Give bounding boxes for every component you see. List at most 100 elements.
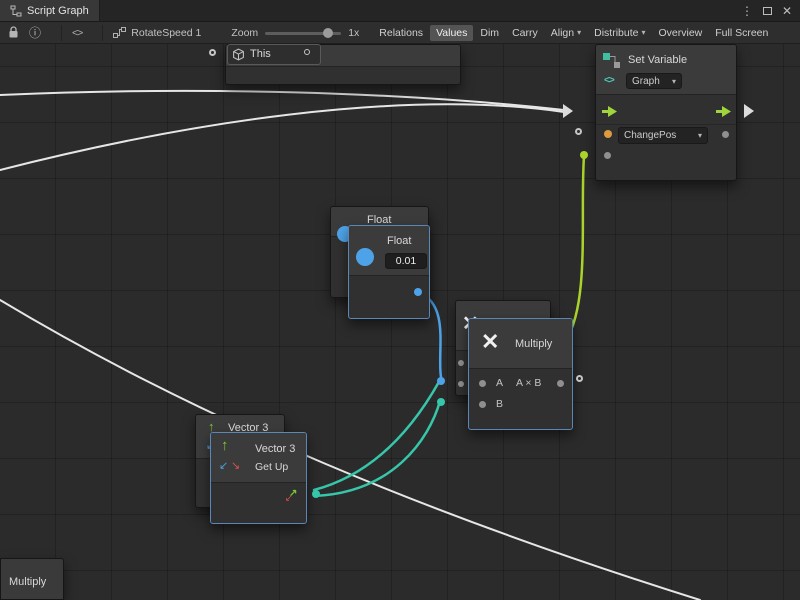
variable-name-port[interactable] <box>604 130 612 138</box>
wire-flow-upper[interactable] <box>0 91 564 110</box>
info-icon[interactable]: ⓘ <box>29 24 41 41</box>
multiply-output-label: A × B <box>516 377 541 389</box>
lime-wire-endpoint[interactable] <box>580 151 588 159</box>
overview-button[interactable]: Overview <box>652 25 708 41</box>
variable-scope-dropdown[interactable]: Graph ▾ <box>626 73 682 89</box>
tab-script-graph[interactable]: Script Graph <box>0 0 100 21</box>
wire-flow-left[interactable] <box>0 104 564 170</box>
relations-label: Relations <box>379 27 423 39</box>
tab-title: Script Graph <box>27 5 89 17</box>
variable-name-dropdown[interactable]: ChangePos ▾ <box>618 127 708 144</box>
zoom-value: 1x <box>348 27 359 39</box>
script-graph-icon <box>10 5 22 17</box>
relations-button[interactable]: Relations <box>373 25 429 41</box>
chevron-down-icon: ▾ <box>641 28 645 37</box>
corner-multiply-title: Multiply <box>9 576 46 588</box>
window-controls: ⋮ ✕ <box>740 0 800 21</box>
wire-getup-to-multiply-b[interactable] <box>314 401 440 496</box>
set-variable-title: Set Variable <box>628 54 687 66</box>
align-label: Align <box>551 27 574 39</box>
dim-button[interactable]: Dim <box>474 25 505 41</box>
arrow-downright-icon: ↘ <box>231 459 240 472</box>
this-node-title: This <box>250 48 271 60</box>
float-output-port[interactable] <box>414 288 422 296</box>
multiply-input-a-port[interactable] <box>479 380 486 387</box>
float-input-port[interactable] <box>356 248 374 266</box>
graph-breadcrumb[interactable]: RotateSpeed 1 <box>113 27 201 39</box>
multiply-back-port-b[interactable] <box>458 381 464 387</box>
variable-name-value: ChangePos <box>624 130 676 141</box>
variable-output-port[interactable] <box>722 131 729 138</box>
graph-canvas[interactable]: This Set Variable <> Graph ▾ <box>0 44 800 600</box>
set-variable-node[interactable]: Set Variable <> Graph ▾ ChangePos ▾ <box>595 44 737 181</box>
this-left-port-circle[interactable] <box>209 49 216 56</box>
unity-visual-scripting-window: Script Graph ⋮ ✕ ⓘ <> RotateSpeed 1 Z <box>0 0 800 600</box>
float-window-icon[interactable] <box>760 4 774 18</box>
carry-button[interactable]: Carry <box>506 25 544 41</box>
arrow-up-icon: ↑ <box>221 437 229 454</box>
multiply-input-b-label: B <box>496 398 503 410</box>
chevron-down-icon: ▾ <box>698 131 702 140</box>
wire-flow-diagonal[interactable] <box>0 300 700 600</box>
values-label: Values <box>436 27 467 39</box>
chevron-down-icon: ▾ <box>672 77 676 86</box>
getup-output-port[interactable] <box>312 490 320 498</box>
float-value-field[interactable]: 0.01 <box>385 253 427 269</box>
arrow-downleft-small-icon: ↙ <box>285 493 293 504</box>
blue-wire-endpoint[interactable] <box>437 377 445 385</box>
distribute-button[interactable]: Distribute▾ <box>588 25 651 41</box>
zoom-label: Zoom <box>231 27 258 39</box>
distribute-label: Distribute <box>594 27 638 39</box>
setvariable-left-port-circle[interactable] <box>575 128 582 135</box>
row-divider <box>596 124 736 125</box>
vector3-title: Vector 3 <box>255 443 295 455</box>
chevron-down-icon: ▾ <box>577 28 581 37</box>
kebab-menu-icon[interactable]: ⋮ <box>740 4 754 18</box>
flow-wire-proxy-right[interactable] <box>744 104 754 118</box>
this-output-port[interactable] <box>304 49 310 55</box>
corner-multiply-node[interactable]: Multiply <box>0 558 64 600</box>
window-tab-bar: Script Graph ⋮ ✕ <box>0 0 800 22</box>
float-window-glyph <box>763 7 772 15</box>
wire-multiply-to-setvariable[interactable] <box>566 156 584 340</box>
arrow-downleft-icon: ↙ <box>219 459 228 472</box>
float-title: Float <box>387 235 411 247</box>
zoom-slider[interactable] <box>265 28 341 38</box>
fullscreen-label: Full Screen <box>715 27 768 39</box>
multiply-input-a-label: A <box>496 377 503 389</box>
multiply-back-port-a[interactable] <box>458 360 464 366</box>
multiply-input-b-port[interactable] <box>479 401 486 408</box>
carry-label: Carry <box>512 27 538 39</box>
dim-label: Dim <box>480 27 499 39</box>
lock-icon[interactable] <box>8 26 19 39</box>
float-node[interactable]: Float 0.01 <box>348 225 430 319</box>
multiply-right-port-circle[interactable] <box>576 375 583 382</box>
zoom-control: Zoom 1x <box>231 27 359 39</box>
graph-name: RotateSpeed 1 <box>131 27 201 39</box>
values-button[interactable]: Values <box>430 25 473 41</box>
multiply-node[interactable]: ✕ Multiply A A × B B <box>468 318 573 430</box>
cube-icon <box>232 48 245 61</box>
teal-wire-endpoint[interactable] <box>437 398 445 406</box>
zoom-slider-knob[interactable] <box>323 28 333 38</box>
wire-getup-to-multiply-a[interactable] <box>314 380 440 490</box>
multiply-icon: ✕ <box>481 329 499 355</box>
toolbar-separator <box>61 25 62 41</box>
flow-input-port[interactable] <box>602 106 617 117</box>
flow-output-port[interactable] <box>716 106 731 117</box>
align-button[interactable]: Align▾ <box>545 25 587 41</box>
set-variable-header: Set Variable <> Graph ▾ <box>596 45 736 95</box>
variable-scope-icon: <> <box>604 75 614 86</box>
fullscreen-button[interactable]: Full Screen <box>709 25 774 41</box>
code-view-icon[interactable]: <> <box>72 27 82 39</box>
flow-wire-proxy-left[interactable] <box>563 104 573 118</box>
float-value: 0.01 <box>396 255 416 267</box>
multiply-title: Multiply <box>515 338 552 350</box>
vector3-getup-node[interactable]: ↑ Vector 3 ↙ ↘ Get Up ↗ ↙ <box>210 432 307 524</box>
set-variable-icon <box>602 51 622 69</box>
this-node[interactable]: This <box>227 44 321 65</box>
value-input-port[interactable] <box>604 152 611 159</box>
overview-label: Overview <box>658 27 702 39</box>
close-icon[interactable]: ✕ <box>780 4 794 18</box>
multiply-output-port[interactable] <box>557 380 564 387</box>
